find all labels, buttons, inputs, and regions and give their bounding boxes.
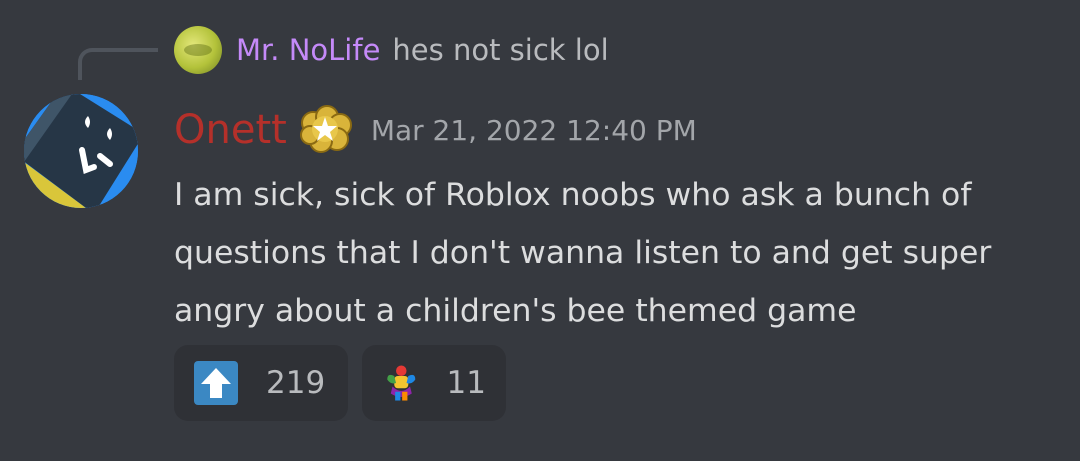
- reply-connector-line: [78, 48, 158, 80]
- message-content: I am sick, sick of Roblox noobs who ask …: [174, 177, 992, 329]
- reply-avatar[interactable]: [174, 26, 222, 74]
- reaction-flex[interactable]: 11: [362, 345, 506, 421]
- reply-text[interactable]: hes not sick lol: [392, 33, 608, 67]
- up-arrow-emoji-icon: [194, 361, 238, 405]
- reply-author-name[interactable]: Mr. NoLife: [236, 33, 380, 67]
- reaction-count: 219: [266, 365, 326, 401]
- blue-cube-avatar-icon: [24, 94, 138, 208]
- gold-star-badge-icon: [299, 105, 352, 153]
- reply-preview[interactable]: Mr. NoLife hes not sick lol: [174, 24, 609, 76]
- reaction-upvote[interactable]: 219: [174, 345, 348, 421]
- message-header: Onett Mar 21, 2022 12:40 PM: [174, 100, 697, 160]
- chat-message: Mr. NoLife hes not sick lol Onett Mar 21…: [0, 0, 1080, 461]
- author-avatar[interactable]: [24, 94, 138, 208]
- message-timestamp[interactable]: Mar 21, 2022 12:40 PM: [371, 114, 697, 147]
- reaction-bar: 219 11: [174, 345, 520, 421]
- reaction-count: 11: [446, 365, 486, 401]
- flexing-figure-emoji-icon: [387, 365, 416, 401]
- author-name[interactable]: Onett: [174, 107, 287, 153]
